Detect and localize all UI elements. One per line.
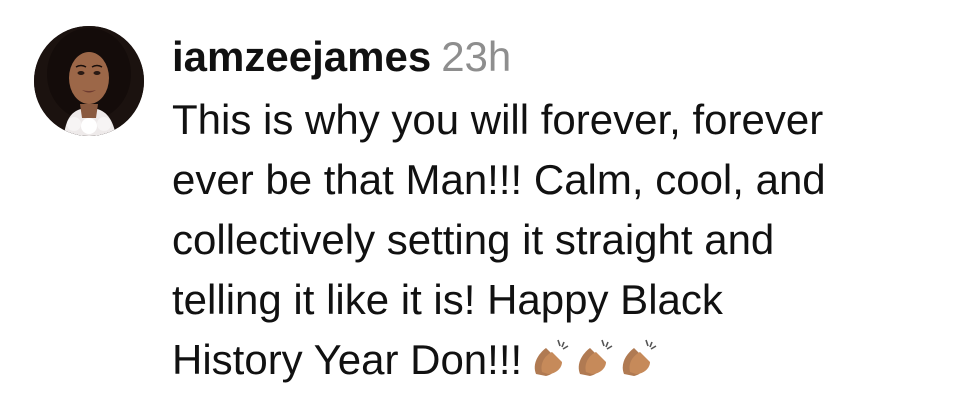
clapping-hands-icon [530, 334, 574, 394]
clapping-hands-emoji [530, 331, 662, 394]
comment-content: iamzeejames 23h This is why you will fore… [172, 30, 962, 394]
comment-line: This is why you will forever, forever [172, 96, 824, 143]
avatar[interactable] [34, 26, 144, 136]
comment-line: History Year Don!!! [172, 336, 523, 383]
timestamp[interactable]: 23h [441, 33, 511, 80]
clapping-hands-icon [574, 334, 618, 394]
comment-header: iamzeejames 23h [172, 30, 962, 84]
username-link[interactable]: iamzeejames [172, 33, 431, 80]
clapping-hands-icon [618, 334, 662, 394]
avatar-image [34, 26, 144, 136]
comment-line: telling it like it is! Happy Black [172, 276, 723, 323]
comment-line: ever be that Man!!! Calm, cool, and [172, 156, 826, 203]
comment-text: This is why you will forever, forever ev… [172, 90, 962, 394]
comment-line: collectively setting it straight and [172, 216, 775, 263]
comment-item: iamzeejames 23h This is why you will fore… [0, 0, 980, 412]
comment-last-line: History Year Don!!! [172, 330, 962, 394]
